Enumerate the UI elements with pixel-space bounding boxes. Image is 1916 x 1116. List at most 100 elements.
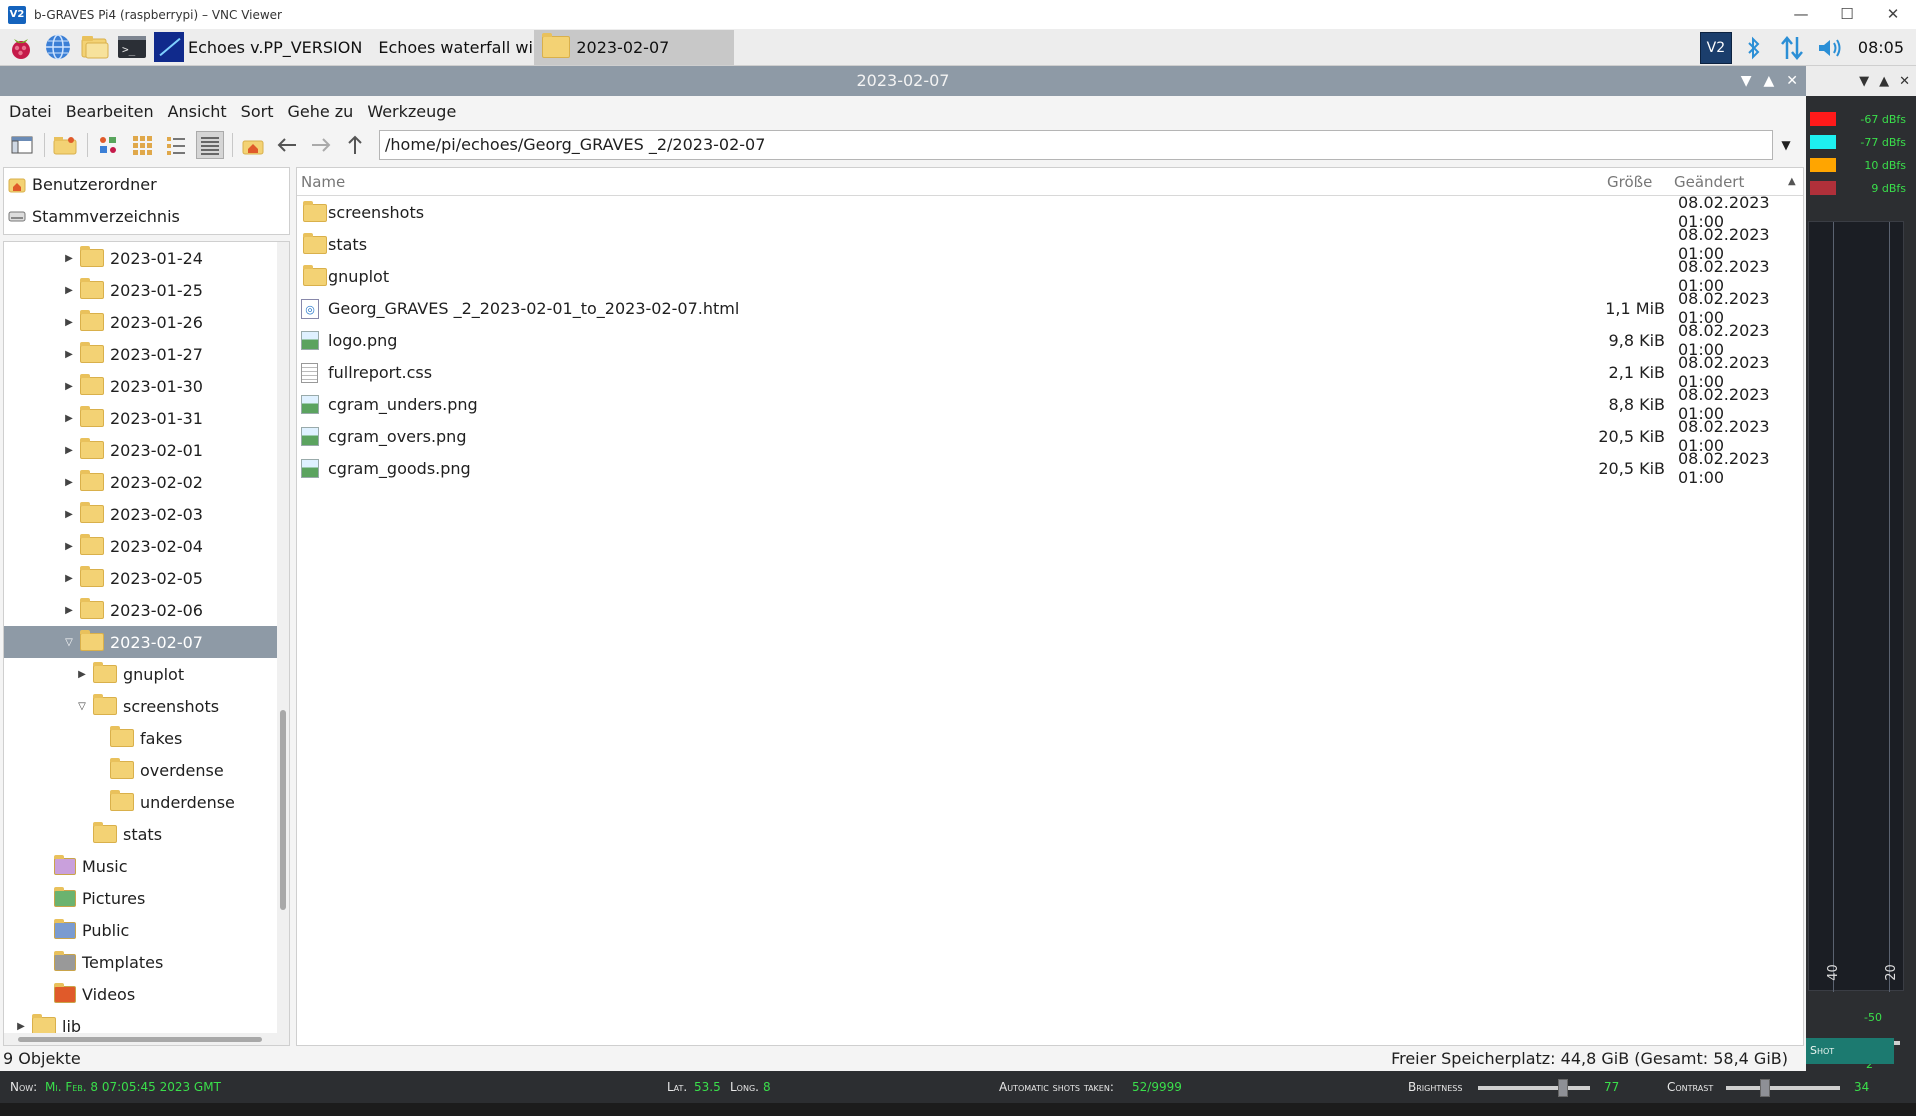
forward-arrow-icon[interactable] — [307, 131, 335, 159]
tree-item-2023-01-26[interactable]: ▶ 2023-01-26 — [4, 306, 289, 338]
back-arrow-icon[interactable] — [273, 131, 301, 159]
column-size[interactable]: Größe — [1607, 173, 1652, 191]
window-close-icon[interactable]: ✕ — [1786, 66, 1798, 96]
tree-item-videos[interactable]: Videos — [4, 978, 289, 1010]
menu-sort[interactable]: Sort — [241, 102, 274, 121]
expand-arrow-icon[interactable]: ▶ — [62, 317, 76, 328]
tree-item-pictures[interactable]: Pictures — [4, 882, 289, 914]
expand-arrow-icon[interactable]: ▶ — [62, 381, 76, 392]
raspberry-menu-icon[interactable] — [5, 31, 37, 63]
expand-arrow-icon[interactable]: ▶ — [62, 573, 76, 584]
column-modified[interactable]: Geändert — [1674, 173, 1744, 191]
menu-gehe-zu[interactable]: Gehe zu — [287, 102, 353, 121]
shot-button[interactable]: Shot — [1806, 1038, 1894, 1064]
tree-item-fakes[interactable]: fakes — [4, 722, 289, 754]
expand-arrow-icon[interactable]: ▶ — [62, 605, 76, 616]
expand-arrow-icon[interactable]: ▶ — [62, 509, 76, 520]
menu-ansicht[interactable]: Ansicht — [168, 102, 227, 121]
tree-item-2023-02-07[interactable]: ▽ 2023-02-07 — [4, 626, 289, 658]
file-row[interactable]: cgram_goods.png 20,5 KiB 08.02.2023 01:00 — [297, 449, 1803, 487]
column-name[interactable]: Name — [301, 173, 345, 191]
file-row[interactable]: cgram_unders.png 8,8 KiB 08.02.2023 01:00 — [297, 385, 1803, 423]
task-echoes-waterfall[interactable]: Echoes waterfall win... — [368, 30, 534, 65]
collapse-arrow-icon[interactable]: ▽ — [62, 637, 76, 648]
new-folder-icon[interactable] — [51, 131, 79, 159]
echoes-maximize-icon[interactable]: ▲ — [1879, 74, 1889, 89]
task-echoes[interactable]: Echoes v.PP_VERSION — [148, 30, 368, 65]
file-row[interactable]: fullreport.css 2,1 KiB 08.02.2023 01:00 — [297, 353, 1803, 391]
tree-item-2023-02-03[interactable]: ▶ 2023-02-03 — [4, 498, 289, 530]
tree-item-underdense[interactable]: underdense — [4, 786, 289, 818]
expand-arrow-icon[interactable]: ▶ — [62, 477, 76, 488]
expand-arrow-icon[interactable]: ▶ — [62, 445, 76, 456]
expand-arrow-icon[interactable]: ▶ — [62, 541, 76, 552]
expand-arrow-icon[interactable]: ▶ — [62, 285, 76, 296]
tree-item-2023-01-31[interactable]: ▶ 2023-01-31 — [4, 402, 289, 434]
tree-item-overdense[interactable]: overdense — [4, 754, 289, 786]
tree-item-2023-01-30[interactable]: ▶ 2023-01-30 — [4, 370, 289, 402]
sidebar-toggle-icon[interactable] — [8, 131, 36, 159]
tree-item-2023-01-24[interactable]: ▶ 2023-01-24 — [4, 242, 289, 274]
vnc-maximize-button[interactable]: ☐ — [1824, 0, 1870, 29]
tree-item-screenshots[interactable]: ▽ screenshots — [4, 690, 289, 722]
expand-arrow-icon[interactable]: ▶ — [62, 413, 76, 424]
tree-vertical-scrollbar[interactable] — [277, 242, 289, 1045]
contrast-slider[interactable] — [1726, 1086, 1840, 1090]
tree-item-stats[interactable]: stats — [4, 818, 289, 850]
terminal-icon[interactable]: >_ — [116, 31, 148, 63]
tree-item-2023-02-04[interactable]: ▶ 2023-02-04 — [4, 530, 289, 562]
view-detailed-list-icon[interactable] — [196, 131, 224, 159]
place-stammverzeichnis[interactable]: Stammverzeichnis — [4, 200, 289, 232]
contrast-slider-handle[interactable] — [1760, 1079, 1770, 1097]
tree-item-public[interactable]: Public — [4, 914, 289, 946]
path-history-dropdown-icon[interactable]: ▼ — [1775, 138, 1797, 152]
bluetooth-icon[interactable] — [1738, 32, 1770, 64]
tree-horizontal-scrollbar[interactable] — [4, 1033, 279, 1045]
view-compact-icon[interactable] — [162, 131, 190, 159]
echoes-close-icon[interactable]: ✕ — [1899, 74, 1910, 89]
expand-arrow-icon[interactable]: ▶ — [62, 253, 76, 264]
window-maximize-icon[interactable]: ▲ — [1763, 66, 1774, 96]
place-benutzerordner[interactable]: Benutzerordner — [4, 168, 289, 200]
expand-arrow-icon[interactable]: ▶ — [62, 349, 76, 360]
tree-item-2023-02-01[interactable]: ▶ 2023-02-01 — [4, 434, 289, 466]
expand-arrow-icon[interactable]: ▶ — [14, 1021, 28, 1032]
file-row[interactable]: screenshots 08.02.2023 01:00 — [297, 193, 1803, 231]
task-file-manager[interactable]: 2023-02-07 — [534, 29, 735, 65]
file-row[interactable]: gnuplot 08.02.2023 01:00 — [297, 257, 1803, 295]
window-collapse-icon[interactable]: ▼ — [1741, 66, 1752, 96]
tree-item-music[interactable]: Music — [4, 850, 289, 882]
brightness-slider-handle[interactable] — [1558, 1079, 1568, 1097]
view-icons-icon[interactable] — [94, 131, 122, 159]
tree-item-templates[interactable]: Templates — [4, 946, 289, 978]
tree-item-2023-01-25[interactable]: ▶ 2023-01-25 — [4, 274, 289, 306]
tree-item-2023-02-02[interactable]: ▶ 2023-02-02 — [4, 466, 289, 498]
tree-item-gnuplot[interactable]: ▶ gnuplot — [4, 658, 289, 690]
menu-bearbeiten[interactable]: Bearbeiten — [66, 102, 154, 121]
vnc-minimize-button[interactable]: — — [1778, 0, 1824, 29]
view-thumbnails-icon[interactable] — [128, 131, 156, 159]
file-row[interactable]: logo.png 9,8 KiB 08.02.2023 01:00 — [297, 321, 1803, 359]
path-input[interactable]: /home/pi/echoes/Georg_GRAVES _2/2023-02-… — [379, 130, 1773, 160]
up-arrow-icon[interactable] — [341, 131, 369, 159]
menu-datei[interactable]: Datei — [9, 102, 52, 121]
vnc-close-button[interactable]: ✕ — [1870, 0, 1916, 29]
volume-icon[interactable] — [1814, 32, 1846, 64]
expand-arrow-icon[interactable]: ▶ — [75, 669, 89, 680]
echoes-collapse-icon[interactable]: ▼ — [1859, 74, 1869, 89]
toolbar-separator — [232, 133, 233, 157]
file-row[interactable]: stats 08.02.2023 01:00 — [297, 225, 1803, 263]
vnc-server-icon[interactable]: V2 — [1699, 31, 1732, 64]
collapse-arrow-icon[interactable]: ▽ — [75, 701, 89, 712]
brightness-slider[interactable] — [1478, 1086, 1590, 1090]
network-icon[interactable] — [1776, 32, 1808, 64]
file-row[interactable]: cgram_overs.png 20,5 KiB 08.02.2023 01:00 — [297, 417, 1803, 455]
tree-item-2023-02-06[interactable]: ▶ 2023-02-06 — [4, 594, 289, 626]
tree-item-2023-02-05[interactable]: ▶ 2023-02-05 — [4, 562, 289, 594]
file-row[interactable]: ◎ Georg_GRAVES _2_2023-02-01_to_2023-02-0… — [297, 289, 1803, 327]
web-browser-icon[interactable] — [42, 31, 74, 63]
tree-item-2023-01-27[interactable]: ▶ 2023-01-27 — [4, 338, 289, 370]
home-icon[interactable] — [239, 131, 267, 159]
menu-werkzeuge[interactable]: Werkzeuge — [367, 102, 456, 121]
file-manager-icon[interactable] — [79, 31, 111, 63]
